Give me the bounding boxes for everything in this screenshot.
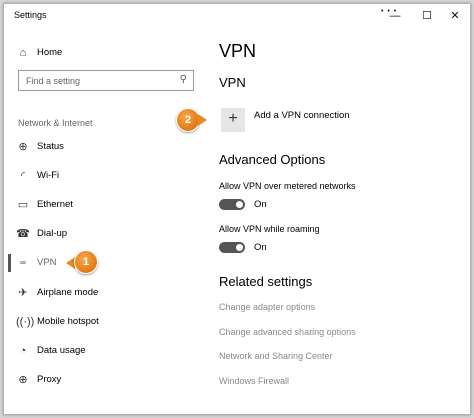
sidebar-item-label: Airplane mode: [37, 287, 99, 298]
add-vpn-label[interactable]: Add a VPN connection: [254, 110, 350, 121]
metered-toggle[interactable]: [219, 199, 245, 210]
wifi-icon: ◜: [20, 170, 26, 182]
airplane-icon: ✈: [18, 287, 28, 299]
sidebar-item-label: Proxy: [37, 374, 62, 385]
toggle-knob: [236, 244, 243, 251]
sidebar-item-home[interactable]: ⌂ Home: [4, 40, 200, 66]
vpn-icon: ∞: [20, 258, 26, 267]
roaming-toggle[interactable]: [219, 242, 245, 253]
hotspot-icon: ((·)): [16, 316, 35, 328]
step-badge-1: 1: [74, 250, 98, 274]
sidebar-item-label: Dial-up: [37, 228, 68, 239]
sidebar-item-dialup[interactable]: ☎ Dial-up: [4, 221, 200, 247]
settings-window: Settings • • • — ☐ ✕ ⌂ Home Find a setti…: [3, 3, 471, 415]
sidebar-item-label: VPN: [37, 257, 57, 268]
toggle-knob: [236, 201, 243, 208]
callout-arrow-icon: [198, 114, 207, 126]
link-network-sharing-center[interactable]: Network and Sharing Center: [219, 351, 333, 361]
sidebar-item-label: Data usage: [37, 345, 86, 356]
sidebar-item-label: Mobile hotspot: [37, 316, 99, 327]
link-windows-firewall[interactable]: Windows Firewall: [219, 376, 289, 386]
maximize-button[interactable]: ☐: [414, 6, 440, 26]
sidebar-item-status[interactable]: ⊕ Status: [4, 134, 200, 160]
globe-icon: ⊕: [18, 141, 28, 153]
page-title: VPN: [219, 41, 257, 61]
sidebar-item-wifi[interactable]: ◜ Wi-Fi: [4, 163, 200, 189]
close-button[interactable]: ✕: [442, 6, 468, 26]
advanced-options-heading: Advanced Options: [219, 152, 326, 167]
sidebar-item-label: Status: [37, 141, 64, 152]
sidebar-item-label: Home: [37, 47, 63, 58]
home-icon: ⌂: [19, 47, 27, 59]
ethernet-icon: ▭: [17, 199, 29, 211]
selection-indicator: [8, 254, 11, 272]
related-settings-heading: Related settings: [219, 274, 313, 289]
sidebar-item-airplane[interactable]: ✈ Airplane mode: [4, 280, 200, 306]
metered-label: Allow VPN over metered networks: [219, 181, 356, 191]
plus-icon: +: [228, 110, 238, 127]
sidebar-item-data-usage[interactable]: ◔ Data usage: [4, 338, 200, 364]
section-label: Network & Internet: [18, 118, 93, 128]
sidebar-item-label: Wi-Fi: [37, 170, 60, 181]
sidebar-item-label: Ethernet: [37, 199, 73, 210]
search-placeholder: Find a setting: [26, 76, 81, 86]
title-bar[interactable]: Settings • • • — ☐ ✕: [4, 4, 470, 28]
clock-icon: ◔: [19, 345, 27, 357]
roaming-label: Allow VPN while roaming: [219, 224, 320, 234]
minimize-button[interactable]: —: [382, 6, 408, 26]
sidebar-item-proxy[interactable]: ⊕ Proxy: [4, 367, 200, 393]
sidebar-item-ethernet[interactable]: ▭ Ethernet: [4, 192, 200, 218]
globe-icon: ⊕: [18, 374, 28, 386]
search-input[interactable]: Find a setting ⚲: [18, 70, 194, 91]
sidebar-item-hotspot[interactable]: ((·)) Mobile hotspot: [4, 309, 200, 335]
phone-icon: ☎: [16, 228, 30, 240]
window-title: Settings: [14, 10, 47, 20]
roaming-state: On: [254, 242, 267, 253]
metered-state: On: [254, 199, 267, 210]
step-badge-2: 2: [176, 108, 200, 132]
sidebar-item-vpn[interactable]: ∞ VPN: [4, 250, 200, 276]
sidebar: ⌂ Home Find a setting ⚲ Network & Intern…: [4, 28, 200, 414]
link-advanced-sharing[interactable]: Change advanced sharing options: [219, 327, 356, 337]
link-adapter-options[interactable]: Change adapter options: [219, 302, 315, 312]
vpn-section-heading: VPN: [219, 75, 246, 90]
main-content: VPN VPN 2 + Add a VPN connection Advance…: [176, 28, 468, 414]
search-icon: ⚲: [179, 74, 187, 85]
add-vpn-button[interactable]: +: [221, 108, 245, 132]
